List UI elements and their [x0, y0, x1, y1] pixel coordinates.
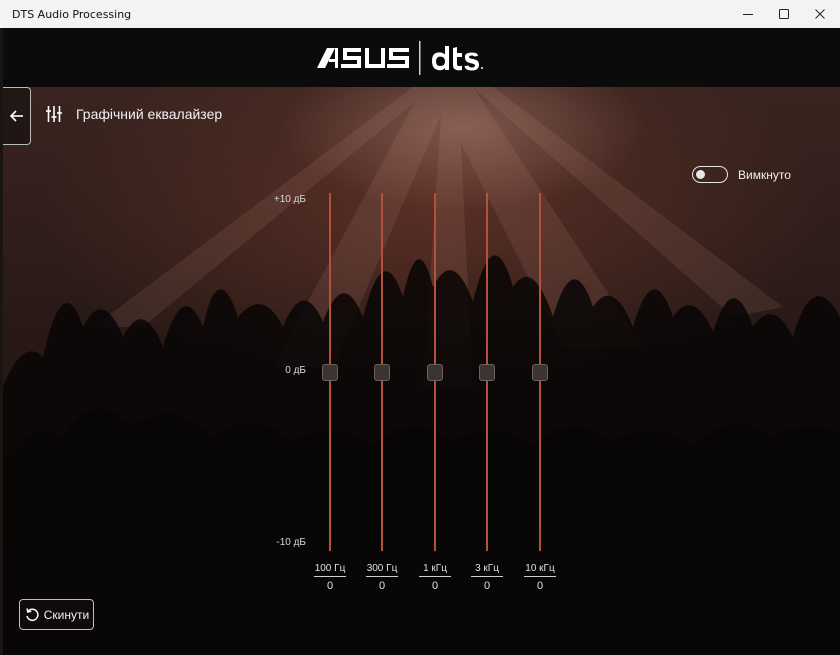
band-slider-1khz[interactable]	[425, 193, 445, 551]
maximize-icon	[779, 9, 789, 19]
close-icon	[815, 9, 825, 19]
slider-thumb[interactable]	[322, 363, 338, 381]
page-title: Графічний еквалайзер	[76, 106, 223, 122]
band-value: 0	[431, 580, 439, 592]
band-frequency: 300 Гц	[366, 563, 398, 577]
band-value: 0	[378, 580, 386, 592]
minimize-button[interactable]	[728, 0, 768, 28]
brand-header	[3, 28, 840, 87]
slider-thumb[interactable]	[479, 363, 495, 381]
equalizer-toggle[interactable]	[692, 166, 728, 183]
band-frequency: 10 кГц	[524, 563, 556, 577]
band-frequency: 100 Гц	[314, 563, 346, 577]
band-label-100hz: 100 Гц 0	[310, 563, 350, 592]
band-label-300hz: 300 Гц 0	[362, 563, 402, 592]
back-button[interactable]	[3, 87, 31, 145]
slider-thumb[interactable]	[427, 363, 443, 381]
window-title: DTS Audio Processing	[12, 8, 132, 21]
scale-label-mid: 0 дБ	[285, 365, 306, 376]
equalizer-toggle-group: Вимкнуто	[692, 166, 791, 183]
close-button[interactable]	[800, 0, 840, 28]
slider-thumb[interactable]	[374, 363, 390, 381]
scale-label-bottom: -10 дБ	[276, 537, 306, 548]
band-frequency: 3 кГц	[471, 563, 503, 577]
band-label-3khz: 3 кГц 0	[467, 563, 507, 592]
band-slider-100hz[interactable]	[320, 193, 340, 551]
title-bar: DTS Audio Processing	[0, 0, 840, 28]
dts-logo	[431, 28, 493, 87]
band-label-10khz: 10 кГц 0	[520, 563, 560, 592]
asus-logo	[315, 28, 411, 87]
band-slider-10khz[interactable]	[530, 193, 550, 551]
toggle-label: Вимкнуто	[738, 167, 791, 182]
reset-icon	[26, 607, 39, 621]
band-label-1khz: 1 кГц 0	[415, 563, 455, 592]
reset-label: Скинути	[43, 607, 90, 622]
equalizer-panel: Графічний еквалайзер Вимкнуто +10 дБ 0 д…	[3, 87, 840, 655]
band-slider-300hz[interactable]	[372, 193, 392, 551]
reset-button[interactable]: Скинути	[19, 599, 94, 630]
arrow-left-icon	[9, 110, 23, 122]
logo-divider	[419, 28, 421, 87]
minimize-icon	[743, 14, 753, 15]
equalizer-sliders-icon	[46, 106, 62, 122]
band-value: 0	[326, 580, 334, 592]
band-value: 0	[536, 580, 544, 592]
page-header: Графічний еквалайзер	[46, 105, 222, 123]
toggle-knob	[696, 169, 705, 179]
band-slider-3khz[interactable]	[477, 193, 497, 551]
band-frequency: 1 кГц	[419, 563, 451, 577]
maximize-button[interactable]	[764, 0, 804, 28]
slider-thumb[interactable]	[532, 363, 548, 381]
band-value: 0	[483, 580, 491, 592]
app-window: DTS Audio Processing Графічний еквалайзе…	[0, 0, 840, 655]
scale-label-top: +10 дБ	[273, 194, 306, 205]
